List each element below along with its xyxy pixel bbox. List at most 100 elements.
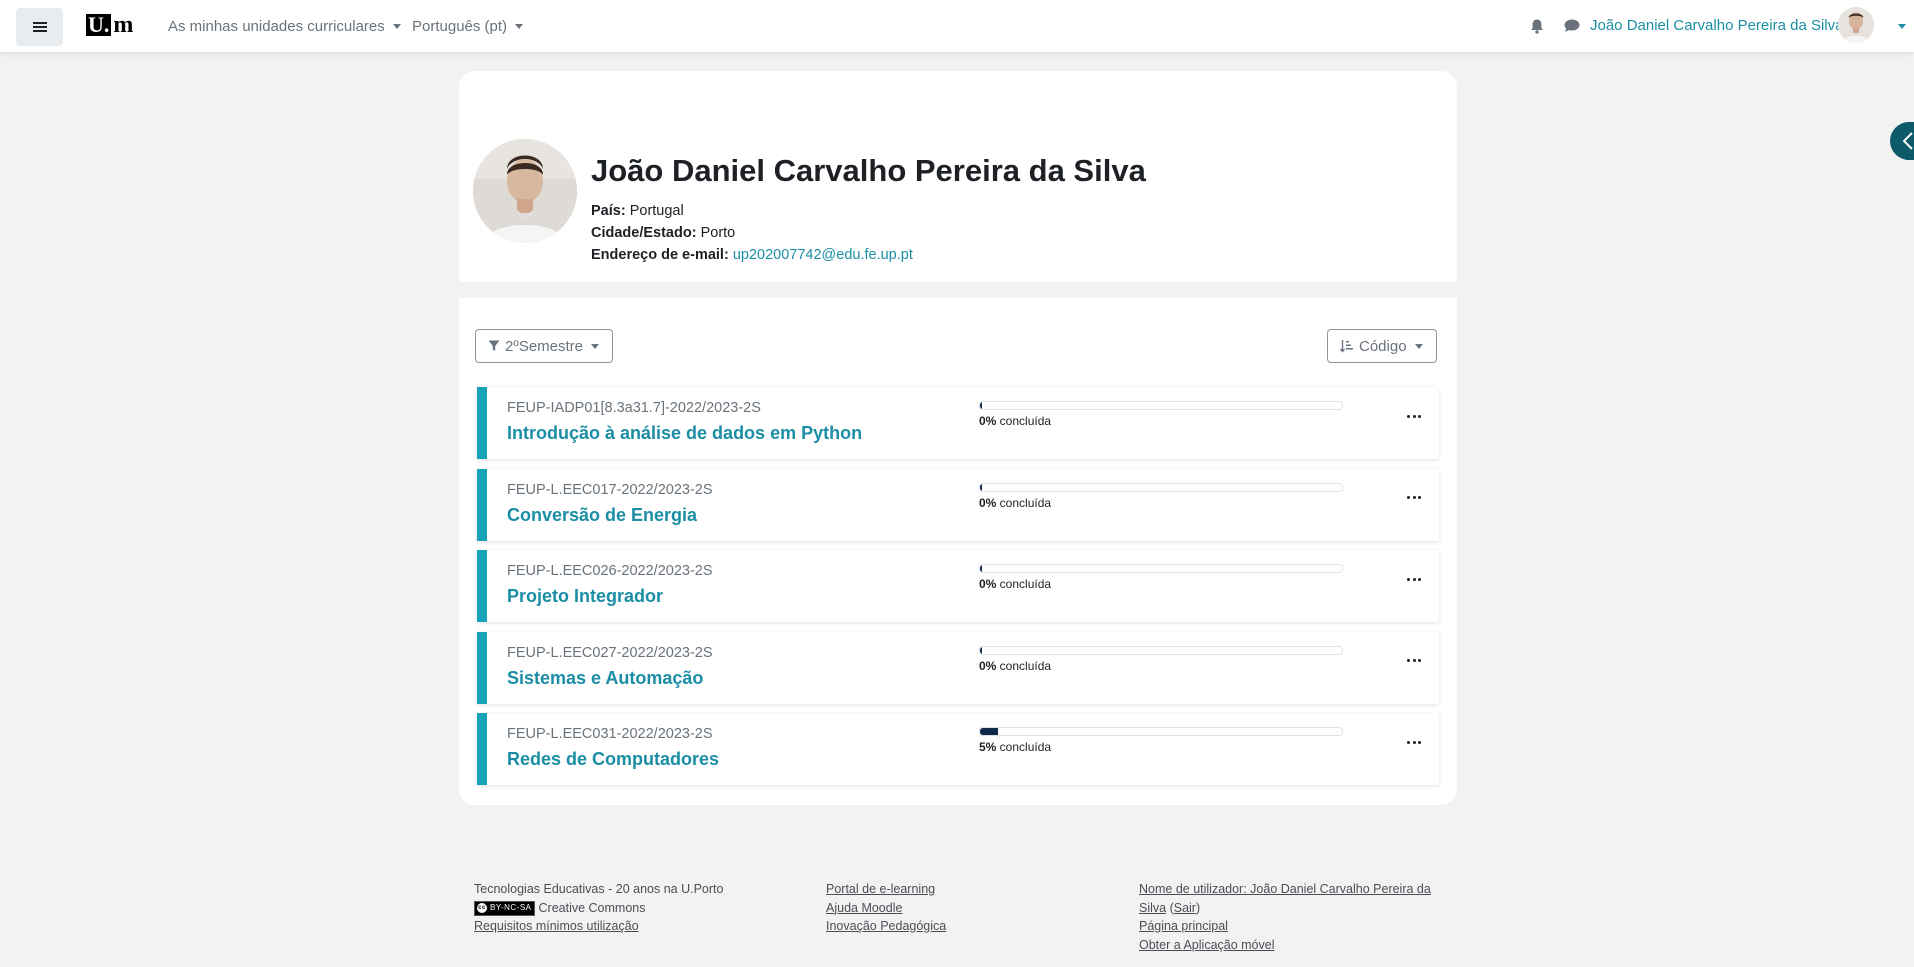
footer-license: cc BY-NC-SA Creative Commons [474,899,723,918]
course-actions-menu-icon[interactable] [1407,495,1421,501]
username-link[interactable]: Nome de utilizador: João Daniel Carvalho… [1139,882,1431,896]
course-code: FEUP-L.EEC026-2022/2023-2S [507,563,713,579]
course-progress-suffix: concluída [996,658,1052,673]
email-link[interactable]: up202007742@edu.fe.up.pt [733,247,913,263]
course-accent-bar [477,713,487,785]
hamburger-icon [32,22,47,32]
course-card[interactable]: FEUP-L.EEC026-2022/2023-2S Projeto Integr… [477,550,1439,622]
course-progress-suffix: concluída [996,577,1052,591]
sort-label: Código [1359,337,1407,355]
sort-icon [1340,340,1353,353]
footer-tagline: Tecnologias Educativas - 20 anos na U.Po… [474,882,724,896]
course-progress-value: 0% [979,658,997,673]
username-link-cont[interactable]: Silva [1139,901,1166,915]
course-progress-text: 0% concluída [979,659,1051,673]
course-card[interactable]: FEUP-L.EEC017-2022/2023-2S Conversão de E… [477,468,1439,541]
my-courses-menu[interactable]: As minhas unidades curriculares [168,18,401,35]
course-accent-bar [477,468,487,541]
course-progress-bar [979,564,1343,573]
course-accent-bar [477,387,487,459]
logo-u: U. [86,12,112,37]
top-navbar: U. m As minhas unidades curriculares Por… [0,0,1914,53]
user-menu-name[interactable]: João Daniel Carvalho Pereira da Silva [1590,17,1843,34]
email-label: Endereço de e-mail: [591,247,729,263]
course-card[interactable]: FEUP-IADP01[8.3a31.7]-2022/2023-2S Introd… [477,387,1439,459]
profile-avatar [473,139,577,243]
course-progress-fill [980,483,982,491]
course-progress-bar [979,645,1343,655]
chevron-down-icon [392,24,401,29]
language-label: Português (pt) [412,18,508,35]
course-code: FEUP-L.EEC031-2022/2023-2S [507,726,713,742]
course-code: FEUP-L.EEC027-2022/2023-2S [507,644,713,661]
profile-header-card: João Daniel Carvalho Pereira da Silva Pa… [459,71,1457,282]
course-progress-fill [980,565,982,572]
course-name-link[interactable]: Redes de Computadores [507,749,719,770]
chevron-down-icon [591,343,600,349]
course-progress-text: 5% concluída [979,740,1051,754]
logout-link[interactable]: Sair [1174,901,1196,915]
course-actions-menu-icon[interactable] [1407,413,1421,419]
city-value: Porto [700,225,736,241]
course-actions-menu-icon[interactable] [1407,739,1421,745]
course-progress-bar [979,401,1343,410]
profile-name: João Daniel Carvalho Pereira da Silva [591,153,1146,188]
course-progress-text: 0% concluída [979,577,1051,591]
profile-country: País: Portugal [591,203,684,219]
home-page-link[interactable]: Página principal [1139,919,1228,933]
course-name-link[interactable]: Sistemas e Automação [507,668,703,689]
cc-text: Creative Commons [538,900,646,915]
course-progress-fill [980,402,982,409]
courses-card: 2ºSemestre Código FEUP-IADP01[8.3a31.7]-… [459,298,1457,805]
site-logo[interactable]: U. m [86,12,133,38]
chat-icon[interactable] [1564,19,1580,33]
my-courses-label: As minhas unidades curriculares [168,18,385,35]
drawer-toggle-button[interactable] [1890,122,1914,160]
filter-icon [488,340,500,351]
requirements-link[interactable]: Requisitos mínimos utilização [474,919,639,933]
language-menu[interactable]: Português (pt) [412,18,524,35]
course-progress-value: 5% [979,740,997,754]
portal-link[interactable]: Portal de e-learning [826,882,935,896]
course-card[interactable]: FEUP-L.EEC027-2022/2023-2S Sistemas e Aut… [477,631,1439,704]
course-progress-value: 0% [979,414,997,428]
chevron-left-icon [1902,132,1913,150]
course-progress-suffix: concluída [996,740,1052,754]
bell-icon[interactable] [1530,19,1544,34]
course-code: FEUP-L.EEC017-2022/2023-2S [507,481,713,498]
course-progress-text: 0% concluída [979,414,1051,428]
chevron-down-icon[interactable] [1898,24,1906,29]
country-value: Portugal [629,203,684,219]
semester-filter-label: 2ºSemestre [505,337,584,355]
moodle-help-link[interactable]: Ajuda Moodle [826,901,902,915]
course-actions-menu-icon[interactable] [1407,576,1421,582]
logo-m: m [113,12,133,38]
course-card[interactable]: FEUP-L.EEC031-2022/2023-2S Redes de Compu… [477,713,1439,785]
pedagogical-innovation-link[interactable]: Inovação Pedagógica [826,919,946,933]
course-progress-suffix: concluída [996,495,1052,510]
course-code: FEUP-IADP01[8.3a31.7]-2022/2023-2S [507,400,761,416]
course-progress-suffix: concluída [996,414,1052,428]
course-name-link[interactable]: Projeto Integrador [507,586,663,607]
footer-col-1: Tecnologias Educativas - 20 anos na U.Po… [474,880,723,936]
user-avatar[interactable] [1838,7,1874,43]
semester-filter-dropdown[interactable]: 2ºSemestre [475,329,613,363]
sort-dropdown[interactable]: Código [1327,329,1437,363]
city-label: Cidade/Estado: [591,225,697,241]
course-progress-bar [979,482,1343,492]
footer-col-3: Nome de utilizador: João Daniel Carvalho… [1139,880,1449,954]
logout-paren-close: ) [1195,900,1201,915]
mobile-app-link[interactable]: Obter a Aplicação móvel [1139,938,1275,952]
chevron-down-icon [1414,343,1423,349]
profile-city: Cidade/Estado: Porto [591,225,735,241]
course-name-link[interactable]: Conversão de Energia [507,505,697,526]
course-progress-value: 0% [979,577,997,591]
course-name-link[interactable]: Introdução à análise de dados em Python [507,423,862,444]
course-actions-menu-icon[interactable] [1407,658,1421,664]
hamburger-menu-button[interactable] [16,8,63,46]
course-progress-value: 0% [979,495,997,510]
creative-commons-badge[interactable]: cc BY-NC-SA [474,900,535,916]
chevron-down-icon [515,24,524,29]
course-progress-bar [979,727,1343,736]
course-progress-text: 0% concluída [979,496,1051,510]
